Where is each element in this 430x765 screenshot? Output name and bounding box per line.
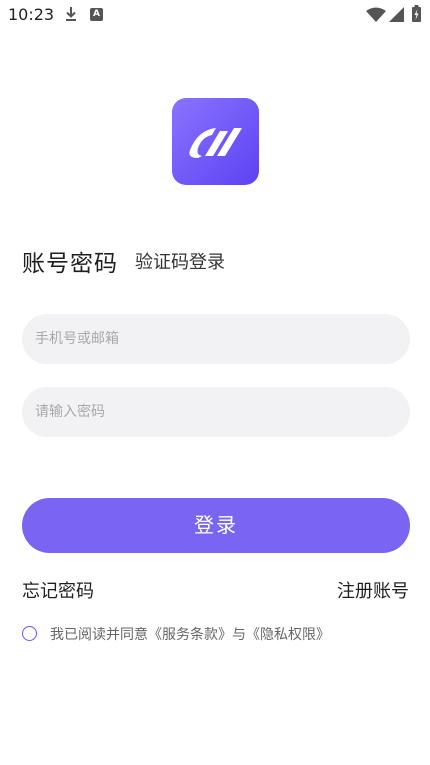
phone-or-email-input[interactable] — [22, 314, 410, 364]
status-bar: 10:23 A — [0, 0, 430, 30]
password-input[interactable] — [22, 387, 410, 437]
login-button[interactable]: 登录 — [22, 498, 410, 553]
app-logo-icon — [172, 98, 259, 185]
tab-code-login[interactable]: 验证码登录 — [135, 248, 225, 274]
download-icon — [66, 7, 76, 21]
agreement-radio[interactable] — [22, 626, 37, 641]
register-link[interactable]: 注册账号 — [337, 577, 409, 603]
battery-icon — [412, 5, 421, 22]
a-notification-icon: A — [90, 8, 103, 21]
wifi-icon — [366, 7, 386, 22]
status-time: 10:23 — [8, 5, 55, 24]
agreement-text[interactable]: 我已阅读并同意《服务条款》与《隐私权限》 — [50, 624, 330, 644]
login-screen: 10:23 A 账号密码 验证码登录 登录 忘记密码 注册账号 我已阅读并同意《 — [0, 0, 430, 765]
forgot-password-link[interactable]: 忘记密码 — [22, 577, 94, 603]
tab-password-login[interactable]: 账号密码 — [22, 244, 118, 278]
signal-icon — [389, 7, 404, 22]
